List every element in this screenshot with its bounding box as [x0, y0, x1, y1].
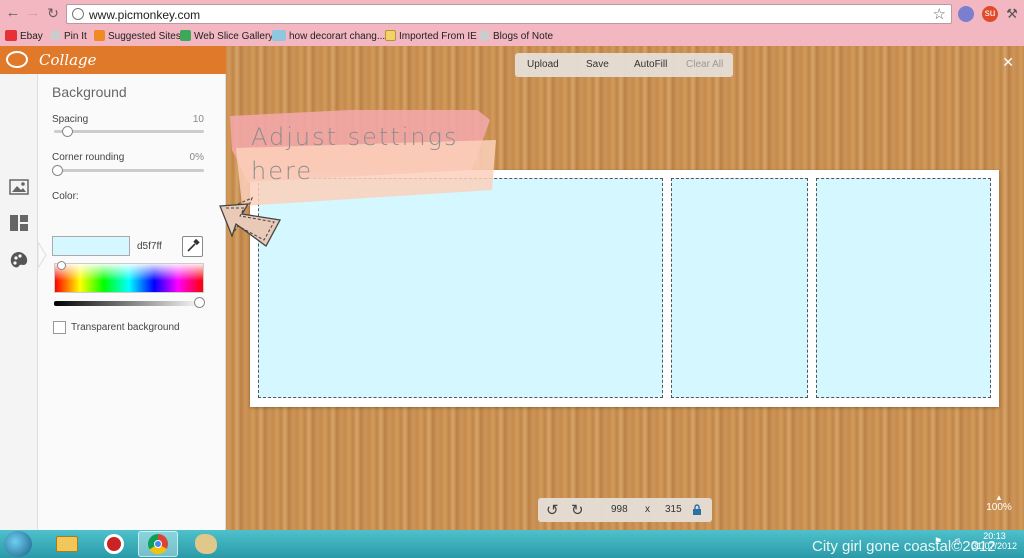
zoom-value: 100% [986, 502, 1012, 513]
folder-icon [56, 536, 78, 552]
monkey-logo-icon [6, 51, 28, 68]
ebay-icon [5, 30, 17, 41]
background-settings: Background Spacing 10 Corner rounding 0%… [38, 74, 225, 530]
canvas-width[interactable]: 998 [611, 504, 628, 515]
globe-icon [479, 30, 490, 41]
canvas-size-bar: ↺ ↻ 998 x 315 [538, 498, 712, 522]
stumbleupon-icon[interactable]: su [982, 6, 998, 22]
image-icon[interactable] [9, 178, 29, 196]
wrench-icon[interactable]: ⚒ [1004, 6, 1020, 22]
bookmark-label: Imported From IE [399, 31, 477, 42]
collage-cell[interactable] [816, 178, 991, 398]
chrome-icon-center [154, 540, 162, 548]
watermark: City girl gone coastal©2012 [812, 538, 996, 555]
layout-icon[interactable] [9, 214, 29, 232]
zoom-up-icon[interactable]: ▲ [984, 494, 1014, 502]
settings-panel: Collage Background Spacing 10 Corner rou… [0, 46, 226, 530]
start-button-icon[interactable] [4, 531, 32, 557]
app-title: Collage [39, 51, 97, 69]
bookmark-pin-it[interactable]: Pin It [50, 29, 87, 44]
spectrum-picker-knob[interactable] [57, 261, 66, 270]
brightness-slider[interactable] [54, 297, 205, 308]
spacing-value: 10 [192, 114, 204, 125]
globe-icon [72, 8, 84, 20]
lock-icon[interactable] [692, 504, 702, 516]
bookmark-imported-from-ie[interactable]: Imported From IE [385, 29, 477, 44]
extension-icon[interactable] [958, 6, 974, 22]
address-bar[interactable]: www.picmonkey.com ☆ [66, 4, 952, 24]
bookmark-web-slice-gallery[interactable]: Web Slice Gallery [180, 29, 273, 44]
section-title: Background [52, 84, 127, 100]
bookmark-label: Suggested Sites [108, 31, 181, 42]
close-icon[interactable]: ✕ [1002, 54, 1014, 71]
autofill-button[interactable]: AutoFill [634, 59, 667, 70]
spacing-slider-knob[interactable] [62, 126, 73, 137]
eyedropper-button[interactable] [182, 236, 203, 257]
bookmark-blogs-of-note[interactable]: Blogs of Note [479, 29, 553, 44]
transparent-background-checkbox[interactable] [53, 321, 66, 334]
transparent-background-label: Transparent background [71, 322, 180, 333]
taskbar-paint[interactable] [186, 531, 226, 557]
spacing-slider[interactable] [54, 126, 204, 137]
taskbar-chrome[interactable] [138, 531, 178, 557]
folder-icon [385, 30, 396, 41]
annotation-line-1: Adjust settings [251, 123, 459, 151]
corner-rounding-label: Corner rounding [52, 152, 125, 163]
annotation-text: Adjust settings here [251, 120, 459, 188]
clear-all-button[interactable]: Clear All [686, 59, 723, 70]
rotate-right-icon[interactable]: ↻ [571, 501, 584, 519]
reload-icon[interactable]: ↻ [44, 4, 62, 22]
taskbar-explorer[interactable] [46, 531, 86, 557]
bookmark-label: Blogs of Note [493, 31, 554, 42]
bookmark-label: how decorart chang... [289, 31, 386, 42]
palette-icon[interactable] [9, 250, 29, 272]
bookmark-label: Web Slice Gallery [194, 31, 274, 42]
size-separator: x [645, 504, 650, 515]
color-hex-input[interactable]: d5f7ff [137, 241, 162, 252]
globe-icon [50, 30, 61, 41]
collage-cell[interactable] [671, 178, 808, 398]
web-slice-icon [180, 30, 191, 41]
save-button[interactable]: Save [586, 59, 609, 70]
color-label: Color: [52, 191, 79, 202]
collage-cell[interactable] [258, 178, 663, 398]
diy-icon [272, 30, 286, 41]
canvas-height[interactable]: 315 [665, 504, 682, 515]
url-text: www.picmonkey.com [89, 8, 201, 22]
corner-rounding-slider[interactable] [52, 165, 204, 176]
top-toolbar: Upload Save AutoFill Clear All [515, 53, 733, 77]
arrow-annotation-icon [219, 203, 282, 247]
forward-arrow-icon[interactable]: → [24, 4, 42, 22]
corner-rounding-slider-knob[interactable] [52, 165, 63, 176]
collage-header: Collage [0, 46, 226, 74]
navigation-bar: ← → ↻ www.picmonkey.com ☆ su ⚒ [0, 0, 1024, 27]
rotate-left-icon[interactable]: ↺ [546, 501, 559, 519]
color-spectrum-picker[interactable] [54, 261, 204, 293]
paint-icon [195, 534, 217, 554]
bookmark-decorart[interactable]: how decorart chang... [272, 29, 385, 44]
browser-chrome: ← → ↻ www.picmonkey.com ☆ su ⚒ Ebay Pin … [0, 0, 1024, 46]
eyedropper-icon [187, 238, 200, 252]
bookmark-ebay[interactable]: Ebay [5, 29, 43, 44]
brightness-slider-knob[interactable] [194, 297, 205, 308]
bookmark-label: Ebay [20, 31, 43, 42]
bookmark-label: Pin It [64, 31, 87, 42]
back-arrow-icon[interactable]: ← [4, 4, 22, 22]
color-swatch[interactable] [52, 236, 130, 256]
star-icon[interactable]: ☆ [933, 5, 946, 23]
upload-button[interactable]: Upload [527, 59, 559, 70]
annotation-line-2: here [251, 157, 314, 185]
zoom-level[interactable]: ▲ 100% [984, 494, 1014, 514]
spacing-label: Spacing [52, 114, 89, 125]
suggested-sites-icon [94, 30, 105, 41]
tool-rail [0, 74, 38, 530]
bookmark-suggested-sites[interactable]: Suggested Sites [94, 29, 181, 44]
taskbar-app[interactable] [94, 531, 134, 557]
corner-rounding-value: 0% [189, 152, 204, 163]
app-icon [104, 534, 124, 554]
bookmarks-bar: Ebay Pin It Suggested Sites Web Slice Ga… [0, 27, 1024, 46]
